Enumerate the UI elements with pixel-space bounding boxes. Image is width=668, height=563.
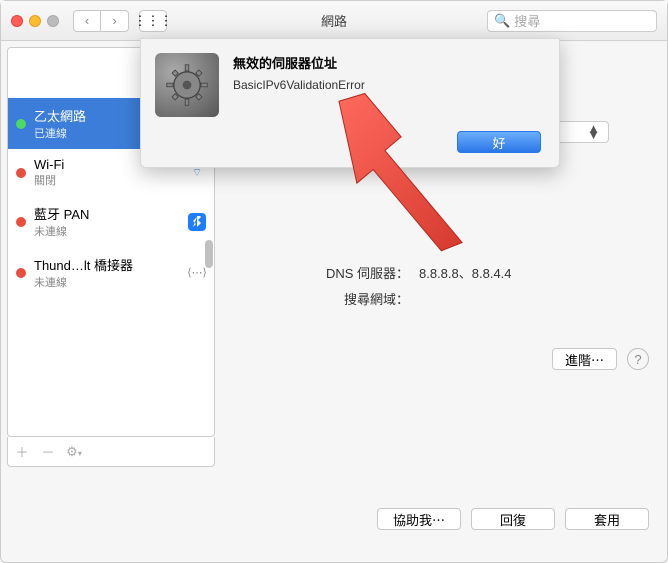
dns-value: 8.8.8.8、8.8.4.4 xyxy=(419,263,512,282)
sidebar-footer: ＋ － ⚙︎▾ xyxy=(7,437,215,467)
gear-icon: ⚙︎ xyxy=(66,444,78,459)
dialog-ok-button[interactable]: 好 xyxy=(457,131,541,153)
chevron-right-icon: › xyxy=(112,13,116,28)
dns-label: DNS 伺服器： xyxy=(239,263,409,282)
search-domain-label: 搜尋網域： xyxy=(239,289,409,308)
add-network-button[interactable]: ＋ xyxy=(14,442,30,461)
sidebar-item-thunderbolt-bridge[interactable]: Thund…lt 橋接器 未連線 ⟨⋯⟩ xyxy=(8,247,214,298)
window-controls xyxy=(11,15,59,27)
advanced-button[interactable]: 進階⋯ xyxy=(552,348,617,370)
zoom-window-button[interactable] xyxy=(47,15,59,27)
search-placeholder: 搜尋 xyxy=(514,11,540,30)
item-status: 關閉 xyxy=(34,172,180,188)
chevron-left-icon: ‹ xyxy=(85,13,89,28)
network-options-button[interactable]: ⚙︎▾ xyxy=(66,444,82,460)
revert-button[interactable]: 回復 xyxy=(471,508,555,530)
status-led-off-icon xyxy=(16,217,26,227)
close-window-button[interactable] xyxy=(11,15,23,27)
window-title: 網路 xyxy=(321,11,347,30)
scrollbar-thumb[interactable] xyxy=(205,240,213,268)
dialog-message: BasicIPv6ValidationError xyxy=(233,78,365,92)
item-name: Thund…lt 橋接器 xyxy=(34,255,180,274)
dropdown-arrows-icon: ▲▼ xyxy=(587,126,600,138)
status-led-off-icon xyxy=(16,268,26,278)
grid-icon: ⋮⋮⋮ xyxy=(134,13,173,29)
help-me-button[interactable]: 協助我⋯ xyxy=(377,508,461,530)
dialog-title: 無效的伺服器位址 xyxy=(233,53,365,72)
search-input[interactable]: 🔍 搜尋 xyxy=(487,10,657,32)
error-dialog: 無效的伺服器位址 BasicIPv6ValidationError 好 xyxy=(140,38,560,168)
forward-button[interactable]: › xyxy=(101,10,129,32)
bluetooth-icon xyxy=(188,213,206,231)
search-icon: 🔍 xyxy=(494,13,510,29)
titlebar: ‹ › ⋮⋮⋮ 網路 🔍 搜尋 xyxy=(1,1,667,41)
minimize-window-button[interactable] xyxy=(29,15,41,27)
system-preferences-icon xyxy=(155,53,219,117)
status-led-off-icon xyxy=(16,168,26,178)
status-led-connected-icon xyxy=(16,119,26,129)
remove-network-button[interactable]: － xyxy=(40,442,56,461)
show-all-button[interactable]: ⋮⋮⋮ xyxy=(139,10,167,32)
item-status: 未連線 xyxy=(34,223,180,239)
sidebar-item-bluetooth-pan[interactable]: 藍牙 PAN 未連線 xyxy=(8,196,214,247)
item-name: 藍牙 PAN xyxy=(34,204,180,223)
back-button[interactable]: ‹ xyxy=(73,10,101,32)
help-button[interactable]: ? xyxy=(627,348,649,370)
thunderbolt-icon: ⟨⋯⟩ xyxy=(188,264,206,282)
footer: 協助我⋯ 回復 套用 xyxy=(1,496,667,551)
apply-button[interactable]: 套用 xyxy=(565,508,649,530)
item-status: 未連線 xyxy=(34,274,180,290)
